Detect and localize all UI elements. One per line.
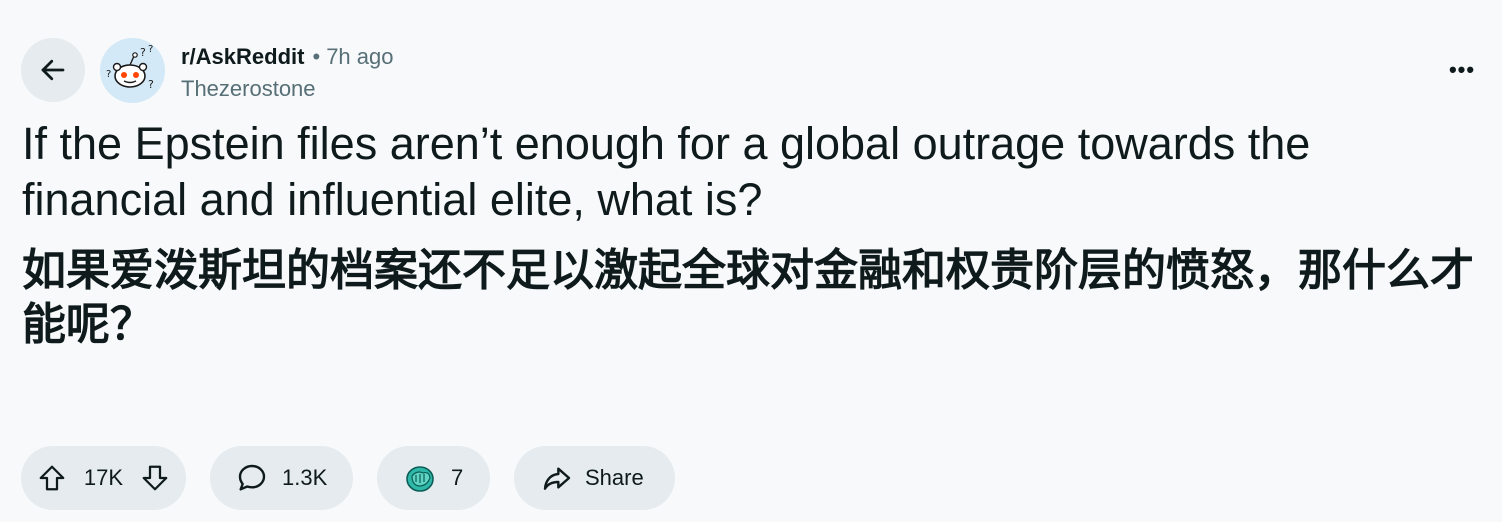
more-options-button[interactable]: ••• bbox=[1442, 52, 1482, 88]
vote-count: 17K bbox=[83, 465, 124, 490]
post-title-translation: 如果爱泼斯坦的档案还不足以激起全球对金融和权贵阶层的愤怒，那什么才能呢？ bbox=[22, 246, 1474, 349]
downvote-icon[interactable] bbox=[140, 463, 170, 493]
award-button[interactable]: 7 bbox=[377, 446, 490, 510]
comments-button[interactable]: 1.3K bbox=[210, 446, 353, 510]
more-horizontal-icon: ••• bbox=[1448, 57, 1476, 82]
post-page: ? ? ? ? r/AskReddit • 7h ago Thezeroston… bbox=[0, 0, 1502, 522]
askreddit-snoo-icon: ? ? ? ? bbox=[100, 38, 165, 103]
arrow-left-icon bbox=[38, 55, 68, 85]
svg-text:?: ? bbox=[106, 69, 111, 80]
share-icon bbox=[541, 462, 573, 494]
meta-separator: • bbox=[312, 44, 321, 69]
comment-count: 1.3K bbox=[282, 465, 328, 490]
share-button[interactable]: Share bbox=[514, 446, 675, 510]
post-actions: 17K 1.3K 7 Share bbox=[21, 446, 675, 510]
share-label: Share bbox=[585, 465, 644, 490]
post-meta: r/AskReddit • 7h ago Thezerostone bbox=[181, 42, 393, 104]
vote-control: 17K bbox=[21, 446, 186, 510]
post-meta-row: r/AskReddit • 7h ago bbox=[181, 42, 393, 72]
post-time: 7h ago bbox=[326, 44, 394, 69]
upvote-icon[interactable] bbox=[37, 463, 67, 493]
subreddit-avatar[interactable]: ? ? ? ? bbox=[100, 38, 165, 103]
award-icon bbox=[403, 461, 437, 495]
award-count: 7 bbox=[451, 465, 464, 490]
post-title: If the Epstein files aren’t enough for a… bbox=[22, 118, 1311, 225]
svg-text:?: ? bbox=[148, 78, 154, 91]
back-button[interactable] bbox=[21, 38, 85, 102]
author-link[interactable]: Thezerostone bbox=[181, 74, 393, 104]
comment-icon bbox=[236, 462, 268, 494]
subreddit-link[interactable]: r/AskReddit bbox=[181, 42, 304, 72]
svg-text:?: ? bbox=[140, 46, 146, 59]
svg-text:?: ? bbox=[148, 44, 153, 55]
